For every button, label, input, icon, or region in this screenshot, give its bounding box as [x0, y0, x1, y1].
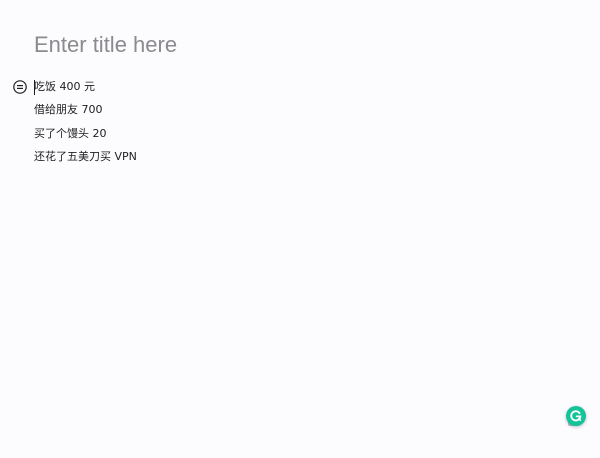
grammarly-icon[interactable] — [566, 406, 586, 426]
post-title-placeholder[interactable]: Enter title here — [34, 30, 177, 60]
paragraph-block[interactable]: 买了个馒头 20 — [34, 126, 107, 142]
paragraph-block[interactable]: 吃饭 400 元 — [34, 79, 95, 95]
paragraph-block[interactable]: 还花了五美刀买 VPN — [34, 149, 137, 165]
block-menu-icon[interactable] — [12, 79, 28, 95]
editor-canvas[interactable]: Enter title here 吃饭 400 元 借给朋友 700 买了个馒头… — [0, 0, 600, 458]
paragraph-block[interactable]: 借给朋友 700 — [34, 102, 103, 118]
